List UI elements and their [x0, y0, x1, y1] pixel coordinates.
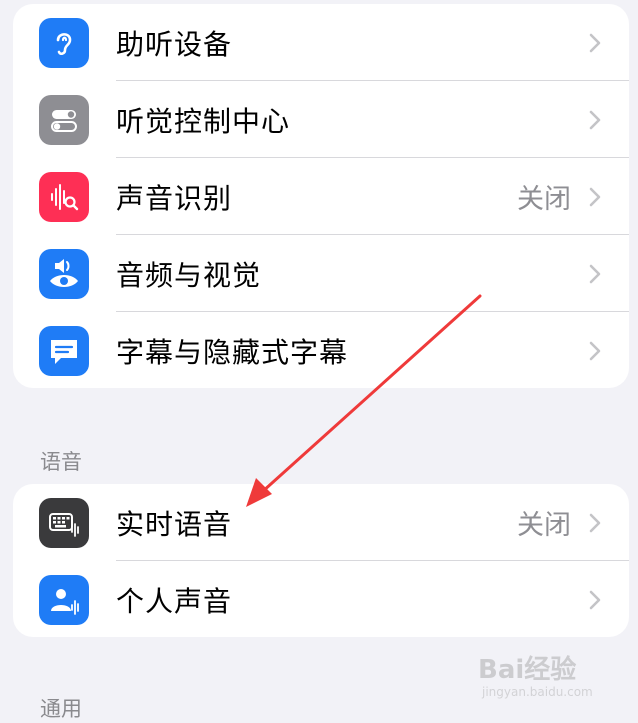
hearing-settings-group: 助听设备 听觉控制中心 声音识别 关闭 音频与视觉 字幕与隐藏式字幕 — [13, 4, 629, 388]
row-subtitles-captions[interactable]: 字幕与隐藏式字幕 — [13, 312, 629, 388]
speech-settings-group: 实时语音 关闭 个人声音 — [13, 484, 629, 637]
baidu-watermark: Bai经验 jingyan.baidu.com — [478, 647, 618, 707]
keyboard-waveform-icon — [39, 498, 89, 548]
chevron-right-icon — [589, 187, 601, 206]
row-value: 关闭 — [517, 184, 571, 215]
row-hearing-devices[interactable]: 助听设备 — [13, 4, 629, 81]
toggles-icon — [39, 95, 89, 145]
ear-icon — [39, 18, 89, 68]
chevron-right-icon — [589, 513, 601, 532]
sound-recognition-icon — [39, 172, 89, 222]
captions-icon — [39, 326, 89, 376]
row-label: 声音识别 — [116, 181, 233, 215]
row-label: 听觉控制中心 — [116, 104, 291, 138]
chevron-right-icon — [589, 341, 601, 360]
row-audio-visual[interactable]: 音频与视觉 — [13, 235, 629, 312]
chevron-right-icon — [589, 264, 601, 283]
row-personal-voice[interactable]: 个人声音 — [13, 561, 629, 637]
row-label: 字幕与隐藏式字幕 — [116, 335, 349, 369]
chevron-right-icon — [589, 33, 601, 52]
row-sound-recognition[interactable]: 声音识别 关闭 — [13, 158, 629, 235]
row-live-speech[interactable]: 实时语音 关闭 — [13, 484, 629, 561]
section-header-general: 通用 — [40, 697, 82, 721]
section-header-speech: 语音 — [40, 450, 82, 474]
row-value: 关闭 — [517, 510, 571, 541]
row-label: 音频与视觉 — [116, 258, 262, 292]
watermark-url: jingyan.baidu.com — [482, 685, 593, 699]
row-hearing-control-center[interactable]: 听觉控制中心 — [13, 81, 629, 158]
speaker-eye-icon — [39, 249, 89, 299]
watermark-brand: Bai经验 — [478, 655, 577, 685]
row-label: 助听设备 — [116, 27, 233, 61]
person-waveform-icon — [39, 575, 89, 625]
row-label: 实时语音 — [116, 507, 233, 541]
chevron-right-icon — [589, 110, 601, 129]
row-label: 个人声音 — [116, 584, 233, 618]
chevron-right-icon — [589, 590, 601, 609]
